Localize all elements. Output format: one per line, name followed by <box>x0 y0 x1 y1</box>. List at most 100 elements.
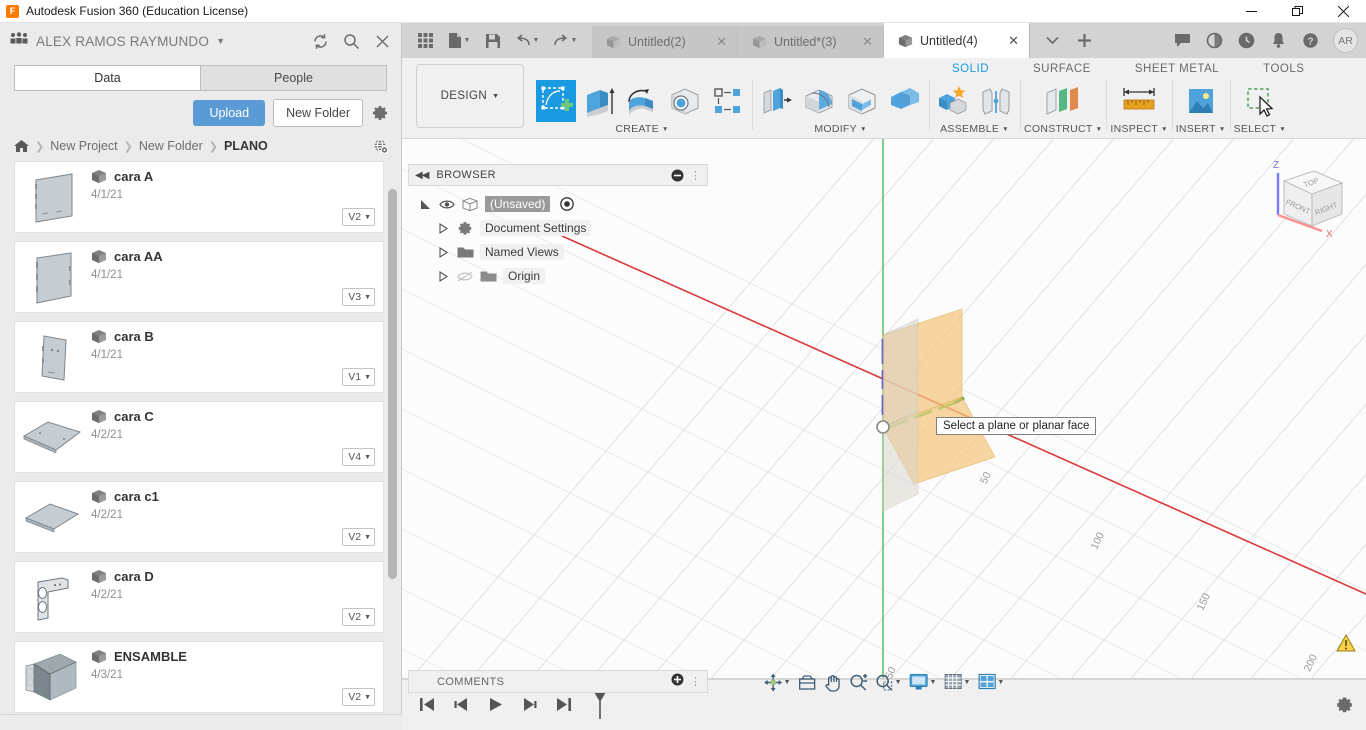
version-selector[interactable]: V4 ▼ <box>342 448 375 466</box>
file-list-scrollbar[interactable] <box>388 189 397 730</box>
ribbon-group-label[interactable]: INSPECT ▼ <box>1110 123 1167 135</box>
ribbon-tab-tools[interactable]: TOOLS <box>1241 63 1326 75</box>
plus-icon[interactable] <box>1068 26 1100 56</box>
notification-bell-icon[interactable] <box>1264 27 1292 55</box>
version-selector[interactable]: V1 ▼ <box>342 368 375 386</box>
grid-snap-icon[interactable]: ▼ <box>940 669 973 695</box>
minimize-icon[interactable] <box>1228 0 1274 23</box>
visibility-eye-hidden-icon[interactable] <box>456 270 473 282</box>
undo-icon[interactable]: ▼ <box>508 26 546 56</box>
list-item[interactable]: ENSAMBLE 4/3/21 V2 ▼ <box>14 641 384 713</box>
close-icon[interactable]: ✕ <box>1000 33 1019 49</box>
save-icon[interactable] <box>478 26 508 56</box>
new-component-icon[interactable] <box>933 80 973 122</box>
chevron-collapsed-icon[interactable] <box>436 270 450 282</box>
close-panel-icon[interactable] <box>374 33 391 50</box>
comment-icon[interactable] <box>1168 27 1196 55</box>
collapse-left-icon[interactable]: ◀◀ <box>415 170 429 181</box>
upload-button[interactable]: Upload <box>193 100 266 126</box>
chevron-down-icon[interactable]: ▼ <box>216 36 225 46</box>
home-icon[interactable] <box>14 139 29 153</box>
insert-image-icon[interactable] <box>1181 80 1221 122</box>
select-cursor-icon[interactable] <box>1240 80 1280 122</box>
step-back-icon[interactable] <box>448 690 474 720</box>
ribbon-group-label[interactable]: CREATE ▼ <box>615 123 668 135</box>
ribbon-tab-surface[interactable]: SURFACE <box>1011 63 1113 75</box>
skip-to-end-icon[interactable] <box>550 690 576 720</box>
pan-icon[interactable] <box>821 669 845 695</box>
press-pull-icon[interactable] <box>756 80 796 122</box>
list-item[interactable]: cara D 4/2/21 V2 ▼ <box>14 561 384 633</box>
breadcrumb-item-new-folder[interactable]: New Folder <box>139 139 203 153</box>
skip-to-start-icon[interactable] <box>414 690 440 720</box>
version-selector[interactable]: V2 ▼ <box>342 528 375 546</box>
new-file-icon[interactable]: ▼ <box>440 26 478 56</box>
view-cube[interactable]: Z X TOP FRONT RIGHT <box>1260 153 1354 248</box>
version-selector[interactable]: V3 ▼ <box>342 288 375 306</box>
warning-triangle-icon[interactable] <box>1336 633 1356 657</box>
chevron-expanded-icon[interactable] <box>418 199 432 210</box>
panel-resize-grip[interactable]: ⋮ <box>690 675 701 688</box>
fillet-icon[interactable] <box>799 80 839 122</box>
version-selector[interactable]: V2 ▼ <box>342 608 375 626</box>
offset-plane-icon[interactable] <box>1043 80 1083 122</box>
step-forward-icon[interactable] <box>516 690 542 720</box>
close-icon[interactable]: ✕ <box>708 34 727 50</box>
revolve-icon[interactable] <box>622 80 662 122</box>
ribbon-group-label[interactable]: CONSTRUCT ▼ <box>1024 123 1102 135</box>
document-tab-untitled-2[interactable]: Untitled(2) ✕ <box>592 26 738 58</box>
gear-icon[interactable] <box>371 104 389 122</box>
extrude-icon[interactable] <box>579 80 619 122</box>
activate-component-icon[interactable] <box>560 197 575 211</box>
joint-icon[interactable] <box>976 80 1016 122</box>
tree-item-document-settings[interactable]: Document Settings <box>418 216 708 240</box>
workspace-switcher[interactable]: DESIGN ▼ <box>416 64 524 128</box>
globe-share-icon[interactable] <box>372 138 389 155</box>
list-item[interactable]: cara c1 4/2/21 V2 ▼ <box>14 481 384 553</box>
version-selector[interactable]: V2 ▼ <box>342 208 375 226</box>
chevron-collapsed-icon[interactable] <box>436 246 450 258</box>
refresh-icon[interactable] <box>312 33 329 50</box>
document-tab-untitled-3[interactable]: Untitled*(3) ✕ <box>738 26 884 58</box>
chevron-down-icon[interactable] <box>1036 26 1068 56</box>
list-item[interactable]: cara A 4/1/21 V2 ▼ <box>14 161 384 233</box>
fit-icon[interactable]: ▼ <box>872 669 905 695</box>
comments-bar[interactable]: COMMENTS ⋮ <box>408 670 708 693</box>
ribbon-group-label[interactable]: MODIFY ▼ <box>814 123 866 135</box>
display-settings-icon[interactable]: ▼ <box>906 669 940 695</box>
viewport-canvas[interactable]: 50 50 100 150 200 ◀◀ BROWSER ⋮ (Unsaved)… <box>402 139 1366 701</box>
ribbon-group-label[interactable]: ASSEMBLE ▼ <box>940 123 1009 135</box>
breadcrumb-item-plano[interactable]: PLANO <box>224 139 268 153</box>
tree-item-origin[interactable]: Origin <box>418 264 708 288</box>
orbit-icon[interactable]: ▼ <box>761 669 794 695</box>
restore-icon[interactable] <box>1274 0 1320 23</box>
file-list[interactable]: cara A 4/1/21 V2 ▼ cara AA 4/1/21 V3 ▼ c… <box>0 161 402 730</box>
tab-people[interactable]: People <box>200 65 387 91</box>
gear-icon[interactable] <box>1335 695 1354 714</box>
list-item[interactable]: cara AA 4/1/21 V3 ▼ <box>14 241 384 313</box>
ribbon-tab-solid[interactable]: SOLID <box>930 63 1011 75</box>
job-status-icon[interactable] <box>1200 27 1228 55</box>
tree-item-unsaved[interactable]: (Unsaved) <box>418 192 708 216</box>
hole-icon[interactable] <box>665 80 705 122</box>
scrollbar-thumb[interactable] <box>388 189 397 579</box>
ribbon-group-label[interactable]: SELECT ▼ <box>1234 123 1286 135</box>
app-grid-icon[interactable] <box>410 26 440 56</box>
tab-data[interactable]: Data <box>14 65 200 91</box>
close-icon[interactable] <box>1320 0 1366 23</box>
list-item[interactable]: cara B 4/1/21 V1 ▼ <box>14 321 384 393</box>
chevron-collapsed-icon[interactable] <box>436 222 450 234</box>
combine-icon[interactable] <box>885 80 925 122</box>
breadcrumb-item-new-project[interactable]: New Project <box>50 139 117 153</box>
visibility-eye-icon[interactable] <box>438 199 455 210</box>
viewports-icon[interactable]: ▼ <box>974 669 1007 695</box>
create-sketch-icon[interactable] <box>536 80 576 122</box>
tree-item-named-views[interactable]: Named Views <box>418 240 708 264</box>
new-folder-button[interactable]: New Folder <box>273 99 363 127</box>
version-selector[interactable]: V2 ▼ <box>342 688 375 706</box>
play-icon[interactable] <box>482 690 508 720</box>
zoom-icon[interactable] <box>846 669 871 695</box>
timeline-marker-icon[interactable] <box>592 690 608 720</box>
help-icon[interactable]: ? <box>1296 27 1324 55</box>
rectangular-pattern-icon[interactable] <box>708 80 748 122</box>
